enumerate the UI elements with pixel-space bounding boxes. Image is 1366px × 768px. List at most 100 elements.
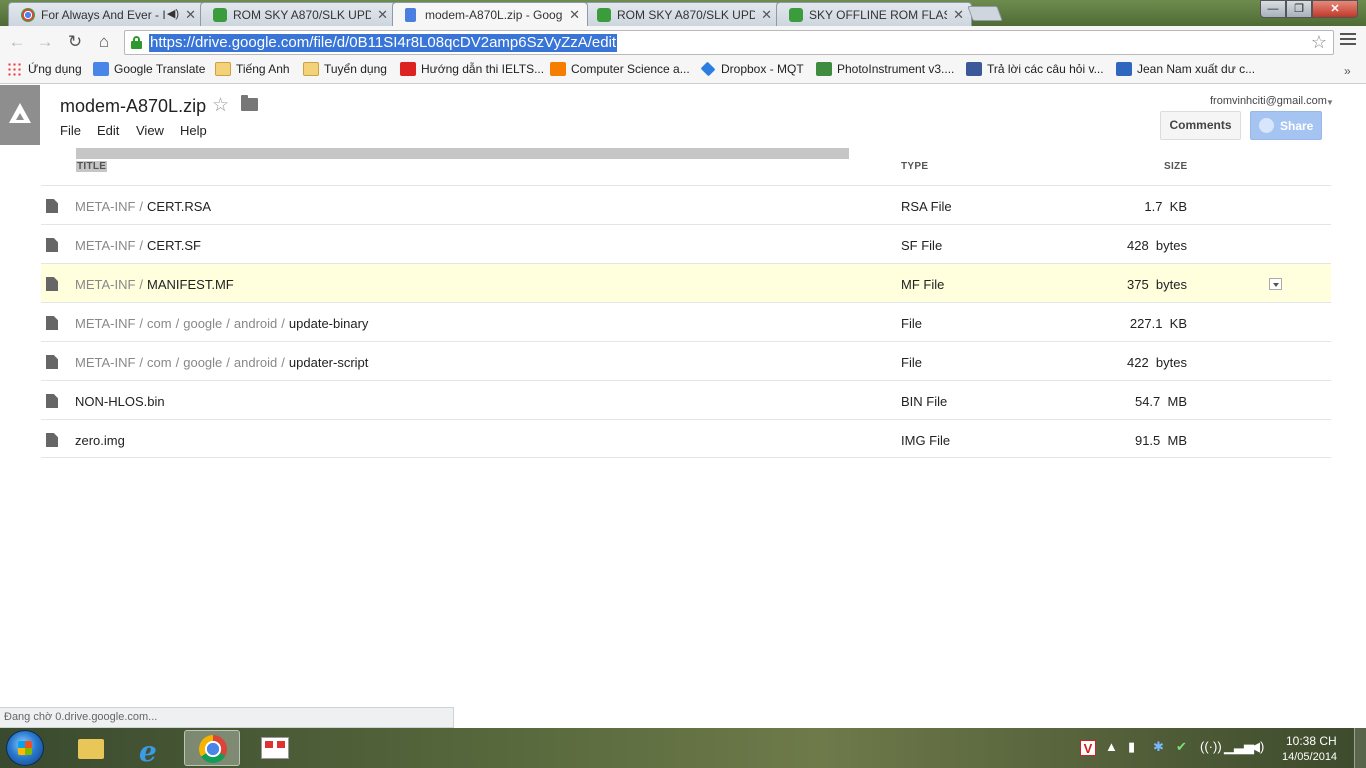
column-header-type[interactable]: TYPE (901, 161, 928, 172)
menu-file[interactable]: File (60, 123, 81, 138)
bookmark-tieng-anh[interactable]: Tiếng Anh (215, 62, 290, 80)
browser-toolbar: ← → ↻ ⌂ https://drive.google.com/file/d/… (0, 26, 1366, 58)
path-segment: com (147, 355, 172, 370)
show-desktop-button[interactable] (1354, 728, 1366, 768)
close-tab-icon[interactable]: ✕ (761, 7, 772, 23)
back-arrow-icon[interactable]: ← (6, 32, 28, 54)
bookmark-label: Computer Science a... (571, 62, 690, 76)
chrome-taskbar-button[interactable] (184, 730, 240, 766)
close-tab-icon[interactable]: ✕ (569, 7, 580, 23)
close-tab-icon[interactable]: ✕ (953, 7, 964, 23)
tab-sky-offline-rom[interactable]: SKY OFFLINE ROM FLASH ✕ (776, 2, 972, 26)
close-tab-icon[interactable]: ✕ (377, 7, 388, 23)
url-text[interactable]: https://drive.google.com/file/d/0B11SI4r… (149, 34, 618, 52)
file-path[interactable]: META-INF / MANIFEST.MF (75, 277, 234, 292)
address-bar[interactable]: https://drive.google.com/file/d/0B11SI4r… (124, 30, 1334, 55)
folder-icon[interactable] (241, 95, 258, 111)
file-list: META-INF / CERT.RSA RSA File 1.7 KB META-INF /… (41, 185, 1331, 458)
file-type: File (901, 355, 922, 370)
account-email[interactable]: fromvinhciti@gmail.com (1210, 95, 1327, 107)
file-type: SF File (901, 238, 943, 253)
file-row[interactable]: META-INF / com / google / android / updater-scri… (41, 341, 1331, 380)
usb-device-icon[interactable]: ▮ (1128, 739, 1135, 755)
file-path[interactable]: zero.img (75, 433, 125, 448)
file-name: CERT.SF (147, 238, 201, 253)
bookmark-photoinstrument[interactable]: PhotoInstrument v3.... (816, 62, 954, 80)
unikey-button[interactable] (245, 730, 301, 766)
row-dropdown-icon[interactable] (1269, 278, 1282, 290)
menu-view[interactable]: View (136, 123, 164, 138)
file-row[interactable]: NON-HLOS.bin BIN File 54.7 MB (41, 380, 1331, 419)
file-name: CERT.RSA (147, 199, 212, 214)
reload-icon[interactable]: ↻ (64, 32, 86, 54)
loading-placeholder-bar (76, 148, 849, 159)
bookmark-apps[interactable]: Ứng dụng (7, 62, 82, 80)
account-caret-icon[interactable]: ▼ (1326, 98, 1334, 107)
unikey-icon (261, 737, 289, 759)
clock-time[interactable]: 10:38 CH (1286, 734, 1337, 748)
bookmark-star-icon[interactable]: ☆ (1311, 32, 1327, 53)
home-icon[interactable]: ⌂ (93, 32, 115, 54)
start-button[interactable] (6, 730, 44, 766)
file-icon (46, 277, 58, 291)
tab-rom-sky-2[interactable]: ROM SKY A870/SLK UPDA ✕ (584, 2, 780, 26)
menu-help[interactable]: Help (180, 123, 207, 138)
speaker-icon: ◀) (166, 8, 179, 20)
path-separator: / (139, 238, 144, 253)
file-type: IMG File (901, 433, 951, 448)
security-check-icon[interactable]: ✔ (1176, 739, 1187, 755)
tab-rom-sky-1[interactable]: ROM SKY A870/SLK UPDA ✕ (200, 2, 396, 26)
close-window-button[interactable]: ✕ (1312, 0, 1358, 18)
file-row[interactable]: META-INF / CERT.RSA RSA File 1.7 KB (41, 185, 1331, 224)
drive-logo-button[interactable] (0, 85, 40, 145)
forward-arrow-icon[interactable]: → (34, 32, 56, 54)
file-size: 54.7 MB (1134, 394, 1187, 409)
close-tab-icon[interactable]: ✕ (185, 7, 196, 23)
bluetooth-icon[interactable]: ✱ (1153, 739, 1164, 755)
bookmark-dropbox[interactable]: Dropbox - MQT (700, 61, 804, 80)
bookmark-computer-science[interactable]: Computer Science a... (550, 62, 690, 80)
file-row[interactable]: META-INF / CERT.SF SF File 428 bytes (41, 224, 1331, 263)
file-path[interactable]: META-INF / com / google / android / updater-scri… (75, 355, 368, 370)
file-path[interactable]: NON-HLOS.bin (75, 394, 165, 409)
new-tab-button[interactable] (967, 6, 1003, 21)
blogger-icon (550, 62, 566, 76)
tab-title: ROM SKY A870/SLK UPDA (233, 8, 371, 22)
file-path[interactable]: META-INF / com / google / android / update-binar… (75, 316, 368, 331)
file-row[interactable]: META-INF / MANIFEST.MF MF File 375 bytes (41, 263, 1331, 302)
star-icon[interactable]: ☆ (212, 94, 229, 117)
file-path[interactable]: META-INF / CERT.SF (75, 238, 201, 253)
jean-icon (1116, 62, 1132, 76)
file-icon (46, 355, 58, 369)
comments-button[interactable]: Comments (1160, 111, 1241, 140)
file-row[interactable]: META-INF / com / google / android / update-binar… (41, 302, 1331, 341)
internet-explorer-button[interactable]: e (123, 730, 179, 768)
share-button[interactable]: Share (1250, 111, 1322, 140)
bookmark-ielts[interactable]: Hướng dẫn thi IELTS... (400, 62, 544, 80)
bookmark-tra-loi[interactable]: Trả lời các câu hỏi v... (966, 62, 1104, 80)
minimize-button[interactable]: — (1260, 0, 1286, 18)
tab-modem-zip[interactable]: modem-A870L.zip - Goog ✕ (392, 2, 588, 26)
volume-icon[interactable]: ◀) (1250, 739, 1264, 755)
wifi-icon[interactable]: ((·)) (1200, 739, 1222, 754)
windows-explorer-button[interactable] (62, 730, 118, 766)
vietnamese-input-icon[interactable]: V (1080, 740, 1096, 756)
photoinstrument-icon (816, 62, 832, 76)
maximize-button[interactable]: ❐ (1286, 0, 1312, 18)
bookmark-google-translate[interactable]: Google Translate (93, 62, 205, 80)
bookmark-tuyen-dung[interactable]: Tuyển dụng (303, 62, 387, 80)
column-header-title[interactable]: TITLE (76, 161, 108, 172)
clock-date[interactable]: 14/05/2014 (1282, 751, 1337, 763)
chrome-menu-icon[interactable] (1340, 33, 1356, 48)
notification-flag-icon[interactable]: ▲ (1105, 739, 1118, 754)
column-header-size[interactable]: SIZE (1164, 161, 1187, 172)
chrome-icon (21, 8, 35, 22)
bookmark-jean-nam[interactable]: Jean Nam xuất dư c... (1116, 62, 1255, 80)
file-path[interactable]: META-INF / CERT.RSA (75, 199, 211, 214)
path-separator: / (175, 316, 180, 331)
tab-for-always-and-ever[interactable]: For Always And Ever - I ◀) ✕ (8, 2, 204, 26)
document-title[interactable]: modem-A870L.zip (60, 96, 206, 117)
menu-edit[interactable]: Edit (97, 123, 119, 138)
more-bookmarks-button[interactable]: » (1344, 64, 1351, 78)
file-row[interactable]: zero.img IMG File 91.5 MB (41, 419, 1331, 458)
